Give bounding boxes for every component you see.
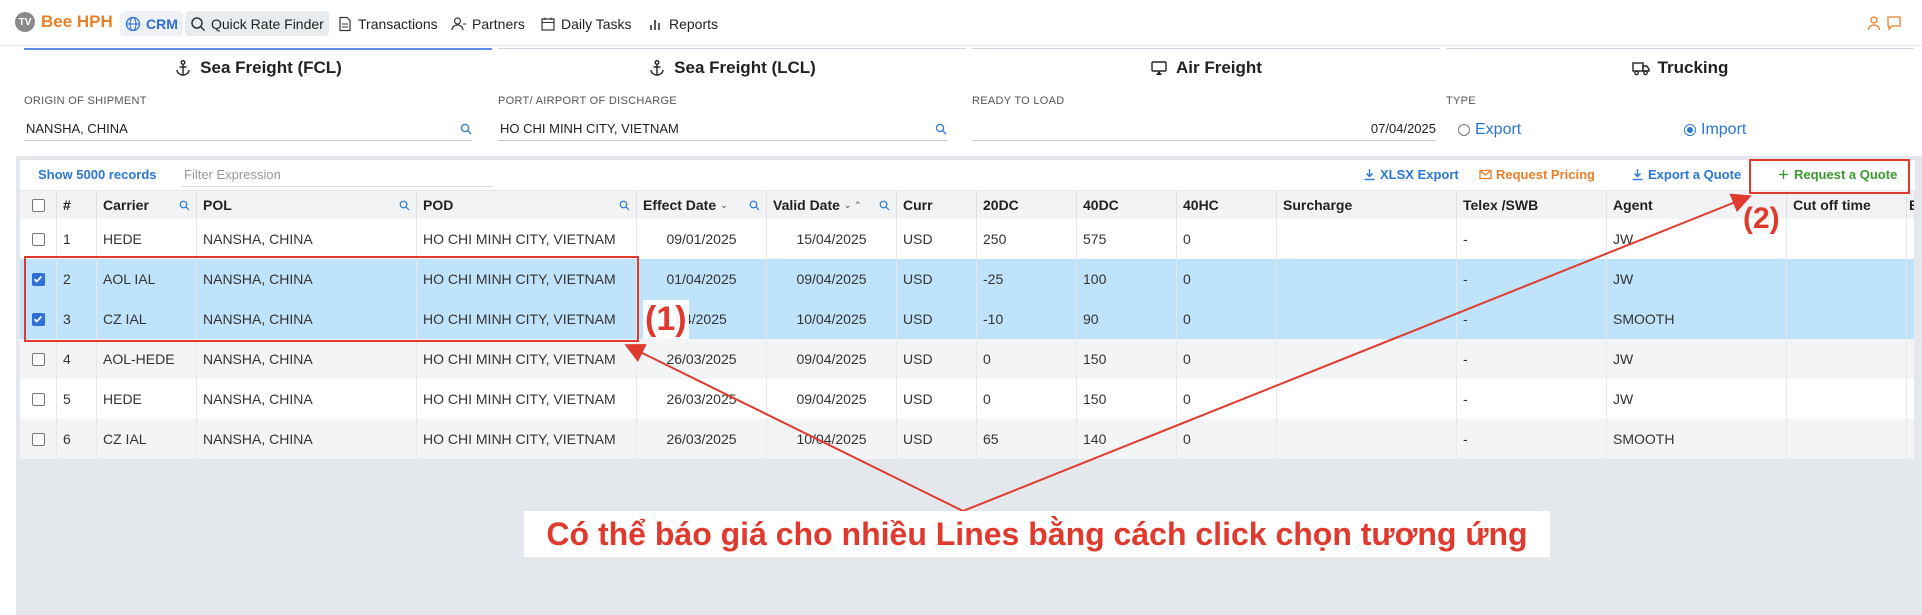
annotation-caption: Có thể báo giá cho nhiều Lines bằng cách… <box>524 511 1550 557</box>
arrow-to-request-quote <box>962 193 1752 512</box>
annotation-label-1: (1) <box>643 300 689 339</box>
arrow-to-rows <box>624 344 964 512</box>
annotation-label-2: (2) <box>1743 202 1780 235</box>
